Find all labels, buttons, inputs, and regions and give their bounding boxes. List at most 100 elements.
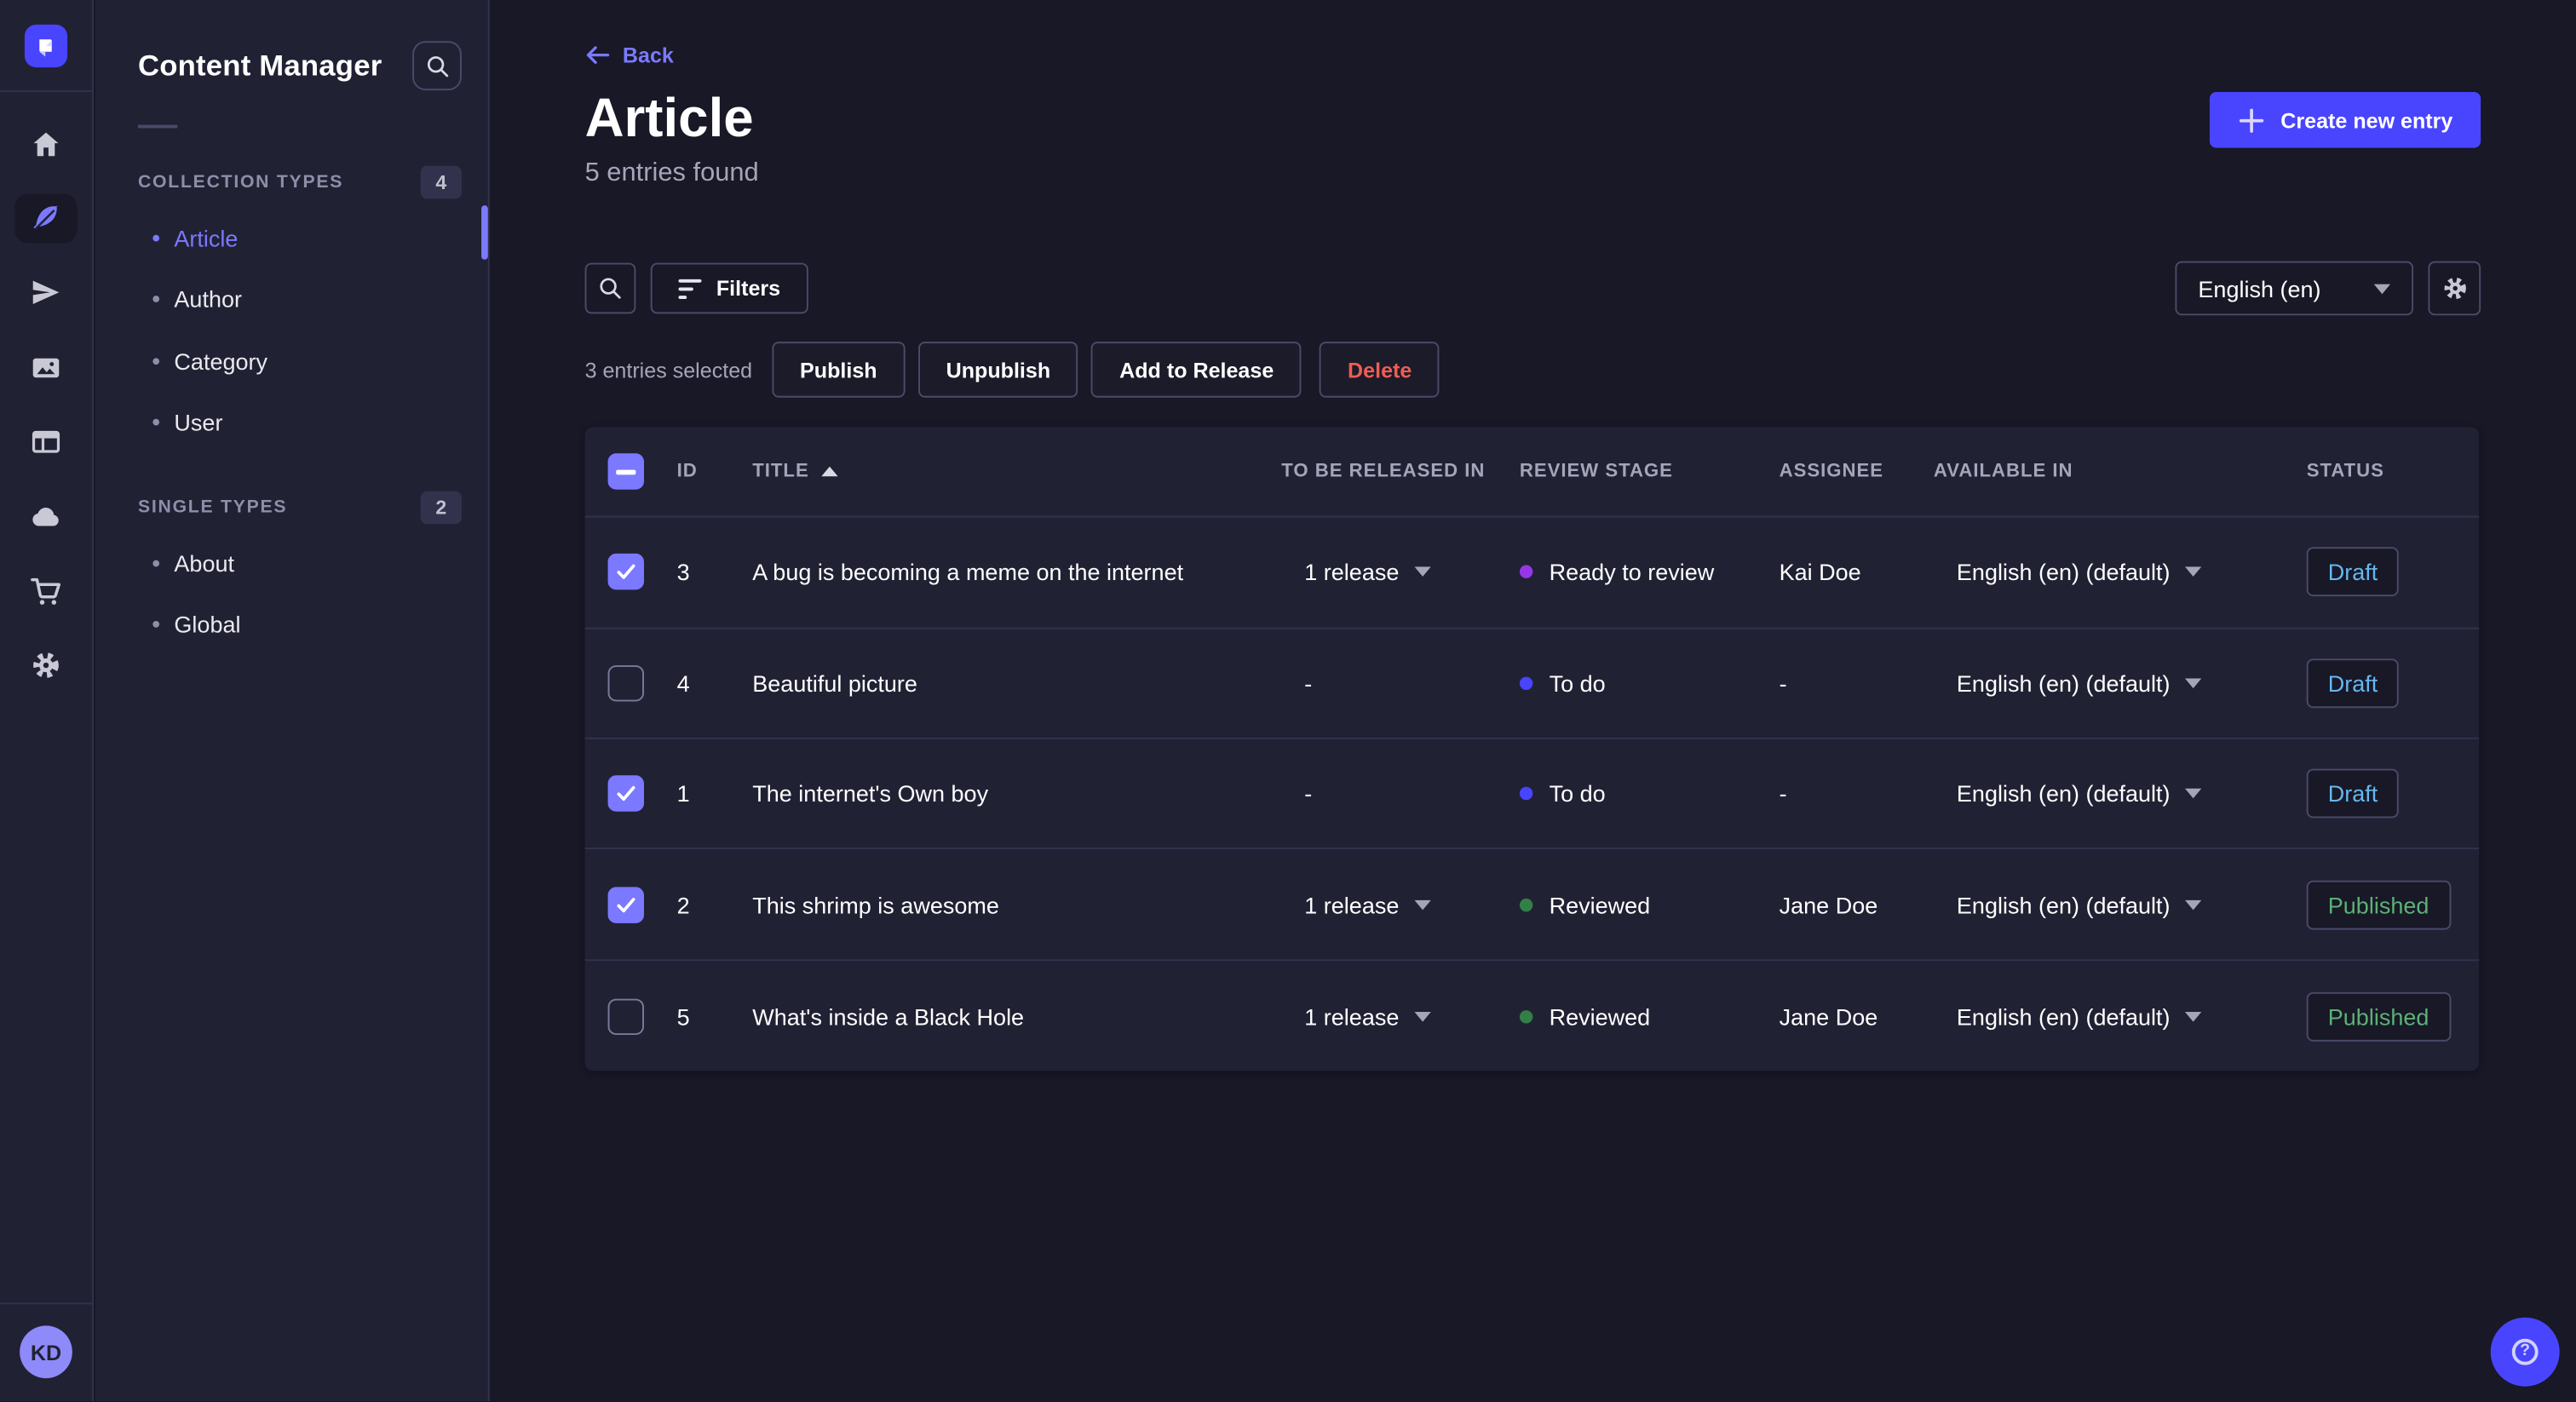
stage-dot-icon (1519, 566, 1533, 579)
column-header-id[interactable]: ID (677, 463, 753, 482)
strapi-logo[interactable] (24, 24, 68, 68)
column-header-available-in[interactable]: AVAILABLE IN (1934, 463, 2307, 482)
create-new-entry-button[interactable]: Create new entry (2210, 91, 2481, 148)
chevron-down-icon[interactable] (1413, 567, 1431, 577)
cell-title: This shrimp is awesome (752, 891, 999, 918)
section-label: SINGLE TYPES (137, 497, 288, 518)
bullet-icon (152, 357, 160, 365)
section-count-badge: 2 (420, 491, 462, 525)
row-checkbox[interactable] (607, 997, 644, 1035)
cell-id: 5 (676, 1003, 690, 1030)
filters-button[interactable]: Filters (650, 263, 808, 314)
sort-ascending-icon (822, 467, 839, 477)
table-search-button[interactable] (584, 263, 636, 314)
chevron-down-icon (2184, 678, 2202, 688)
rail-divider-bottom (0, 1302, 92, 1305)
chevron-down-icon[interactable] (1413, 1011, 1431, 1021)
subnav-scrollbar-thumb[interactable] (481, 205, 488, 260)
cell-title: Beautiful picture (752, 669, 917, 697)
cell-available-in[interactable]: English (en) (default) (1934, 670, 2307, 696)
sidebar-item-category[interactable]: Category (95, 330, 488, 392)
unpublish-button[interactable]: Unpublish (917, 342, 1078, 399)
sidebar-item-author[interactable]: Author (95, 268, 488, 330)
user-avatar[interactable]: KD (20, 1325, 72, 1379)
rail-layout-icon[interactable] (0, 405, 92, 480)
row-checkbox[interactable] (607, 775, 644, 813)
rail-home-icon[interactable] (0, 106, 92, 181)
cell-review-stage: To do (1519, 670, 1780, 696)
cell-title: The internet's Own boy (752, 780, 989, 807)
locale-selected-value: English (en) (2198, 275, 2321, 302)
table-row[interactable]: 4 Beautiful picture - To do - English (en) (d… (584, 629, 2480, 740)
column-header-released[interactable]: TO BE RELEASED IN (1281, 463, 1520, 482)
sidebar-item-article[interactable]: Article (95, 207, 488, 268)
sidebar-item-user[interactable]: User (95, 392, 488, 453)
column-header-status[interactable]: STATUS (2307, 463, 2480, 482)
sidebar-item-global[interactable]: Global (95, 594, 488, 655)
stage-dot-icon (1519, 676, 1533, 690)
row-checkbox[interactable] (607, 664, 644, 702)
rail-cloud-icon[interactable] (0, 480, 92, 554)
status-badge: Draft (2306, 769, 2400, 819)
column-header-assignee[interactable]: ASSIGNEE (1780, 463, 1934, 482)
chevron-down-icon (2184, 789, 2202, 799)
entries-table: ID TITLE TO BE RELEASED IN REVIEW STAGE … (584, 428, 2480, 1072)
locale-select[interactable]: English (en) (2175, 261, 2414, 316)
add-to-release-button[interactable]: Add to Release (1091, 342, 1302, 399)
cell-title: What's inside a Black Hole (752, 1003, 1025, 1030)
filter-icon (678, 279, 702, 299)
cell-to-be-released-in[interactable]: 1 release (1281, 560, 1520, 586)
chevron-down-icon[interactable] (1413, 899, 1431, 910)
cell-available-in[interactable]: English (en) (default) (1934, 892, 2307, 917)
row-checkbox[interactable] (607, 554, 644, 591)
row-checkbox[interactable] (607, 886, 644, 923)
chevron-down-icon (2184, 1011, 2202, 1021)
help-button[interactable]: ? (2490, 1317, 2560, 1387)
sidebar-item-about[interactable]: About (95, 532, 488, 594)
cell-review-stage: To do (1519, 781, 1780, 807)
cell-available-in[interactable]: English (en) (default) (1934, 1003, 2307, 1029)
bullet-icon (152, 621, 160, 629)
cell-status: Draft (2306, 769, 2480, 819)
cell-status: Published (2306, 880, 2480, 929)
chevron-down-icon (2373, 284, 2391, 294)
bullet-icon (152, 560, 160, 566)
status-badge: Draft (2306, 658, 2400, 708)
main-navigation-rail: KD (0, 0, 94, 1402)
stage-dot-icon (1519, 1009, 1533, 1023)
publish-button[interactable]: Publish (772, 342, 906, 399)
sidebar-item-label: Article (174, 224, 239, 251)
delete-button[interactable]: Delete (1320, 342, 1440, 399)
rail-gear-icon[interactable] (0, 629, 92, 704)
list-settings-button[interactable] (2428, 261, 2481, 316)
rail-cart-icon[interactable] (0, 554, 92, 629)
cell-to-be-released-in[interactable]: 1 release (1281, 892, 1520, 917)
content-manager-sidebar: Content Manager COLLECTION TYPES 4 Article… (95, 0, 490, 1402)
cell-available-in[interactable]: English (en) (default) (1934, 781, 2307, 807)
column-header-title[interactable]: TITLE (752, 463, 1281, 482)
cell-to-be-released-in: - (1304, 669, 1313, 697)
sidebar-item-label: Global (174, 611, 241, 638)
cell-to-be-released-in: - (1304, 780, 1313, 807)
cell-status: Draft (2306, 658, 2480, 708)
cell-review-stage: Reviewed (1519, 892, 1780, 917)
rail-content-feather-icon[interactable] (0, 181, 92, 256)
rail-send-icon[interactable] (0, 256, 92, 330)
cell-id: 1 (676, 780, 690, 807)
back-link[interactable]: Back (585, 43, 674, 67)
table-row[interactable]: 5 What's inside a Black Hole 1 release Revi… (585, 961, 2480, 1072)
column-header-review-stage[interactable]: REVIEW STAGE (1520, 463, 1780, 482)
status-badge: Draft (2306, 548, 2400, 598)
cell-title: A bug is becoming a meme on the internet (752, 559, 1184, 586)
rail-media-library-icon[interactable] (0, 330, 92, 405)
cell-to-be-released-in[interactable]: 1 release (1281, 1003, 1520, 1029)
cell-available-in[interactable]: English (en) (default) (1934, 560, 2307, 586)
cell-assignee: Jane Doe (1779, 1003, 1878, 1030)
table-row[interactable]: 1 The internet's Own boy - To do - English (e… (584, 739, 2480, 850)
cell-status: Published (2306, 991, 2480, 1041)
table-row[interactable]: 2 This shrimp is awesome 1 release Reviewed… (584, 850, 2480, 961)
table-row[interactable]: 3 A bug is becoming a meme on the interne… (584, 518, 2480, 629)
search-icon-button[interactable] (412, 41, 462, 91)
select-all-checkbox[interactable] (607, 453, 644, 491)
cell-assignee: - (1779, 669, 1787, 697)
